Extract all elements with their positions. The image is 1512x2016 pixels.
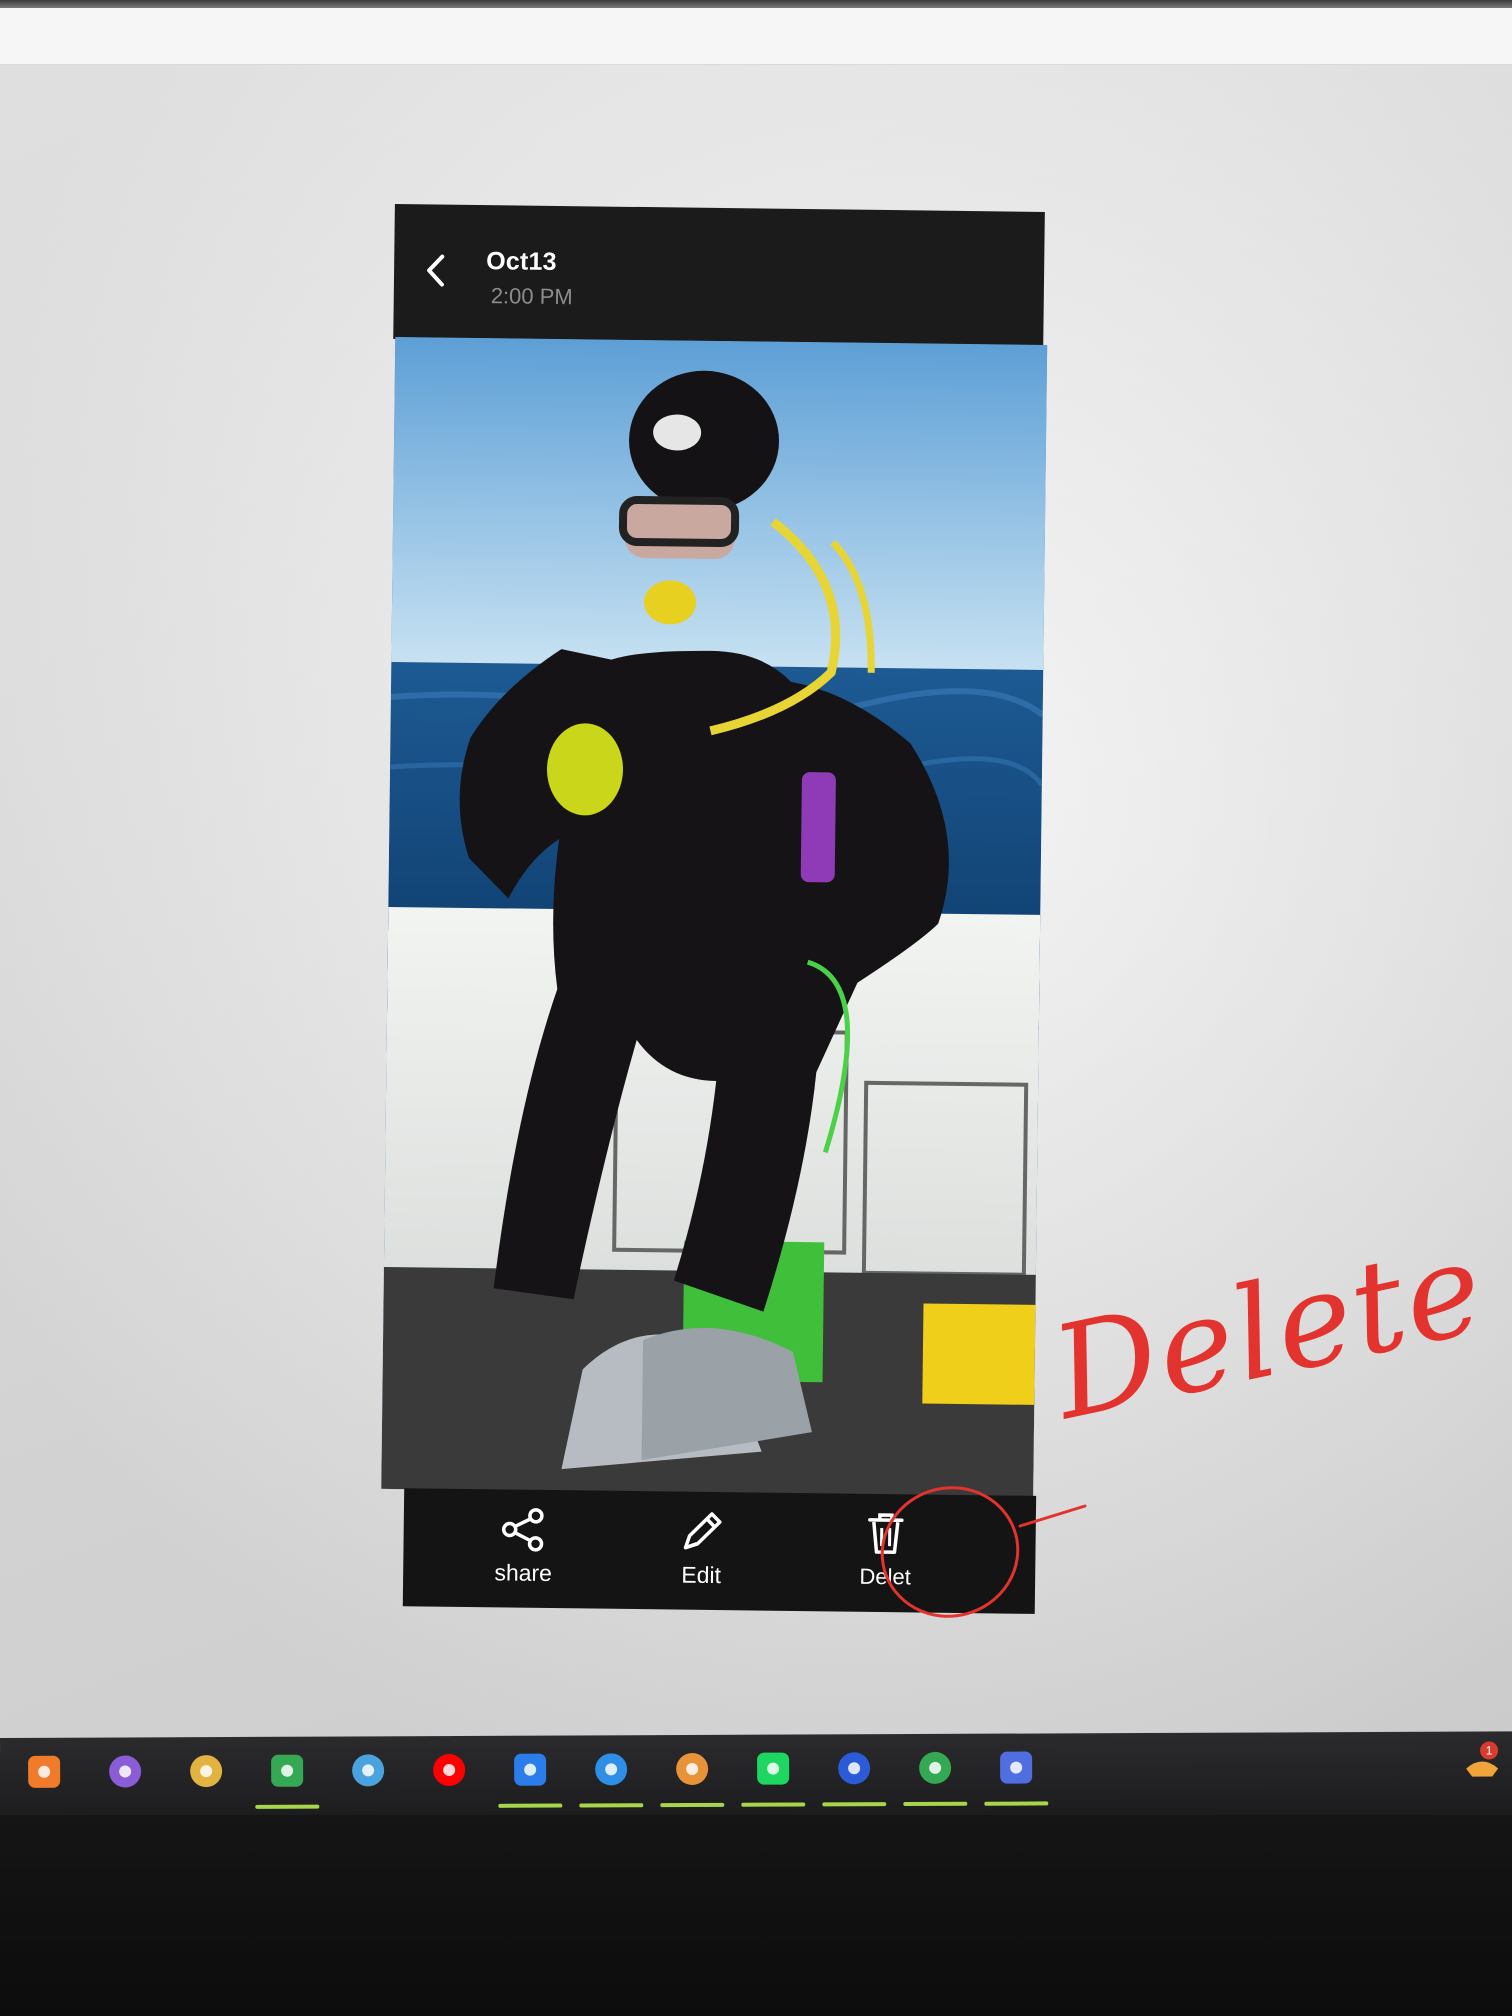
chevron-left-icon: [427, 254, 445, 287]
taskbar-active-indicator: [498, 1803, 563, 1808]
paint-icon[interactable]: [346, 1748, 390, 1792]
taskbar-active-indicator: [903, 1801, 968, 1807]
xampp-icon[interactable]: [22, 1750, 66, 1794]
taskbar-active-indicator: [741, 1802, 806, 1807]
edit-button[interactable]: Edit: [631, 1505, 772, 1603]
taskbar-active-indicator: [984, 1801, 1049, 1806]
tray-badge: 1: [1480, 1741, 1499, 1760]
youtube-icon[interactable]: [427, 1748, 471, 1792]
spotify-icon[interactable]: [751, 1747, 795, 1791]
monitor-bottom-bezel: [0, 1815, 1512, 2016]
photo-date: Oct13: [486, 247, 557, 276]
taskbar: 1: [0, 1731, 1512, 1816]
snipping-tool-icon[interactable]: [184, 1749, 228, 1793]
taskbar-active-indicator: [255, 1804, 320, 1809]
tray-notification-icon[interactable]: 1: [1462, 1741, 1502, 1785]
share-icon: [501, 1508, 544, 1552]
browser-top-strip: [0, 8, 1512, 65]
xcode-tool-icon[interactable]: [994, 1745, 1038, 1789]
back-button[interactable]: [414, 244, 459, 297]
share-label: share: [494, 1559, 553, 1587]
chrome-profile-icon[interactable]: [913, 1746, 957, 1790]
vscode-icon[interactable]: [589, 1747, 633, 1791]
word-icon[interactable]: [832, 1746, 876, 1790]
taskbar-active-indicator: [660, 1802, 725, 1808]
annotation-connector: [1018, 1504, 1087, 1528]
photo-time: 2:00 PM: [490, 283, 573, 310]
pencil-icon: [683, 1512, 722, 1550]
sublime-box-icon[interactable]: [670, 1747, 714, 1791]
edit-label: Edit: [681, 1561, 722, 1589]
annotation-circle: [880, 1486, 1020, 1618]
viewer-header: Oct13 2:00 PM: [393, 203, 1045, 347]
chrome-icon[interactable]: [265, 1749, 309, 1793]
taskbar-active-indicator: [822, 1802, 887, 1807]
share-button[interactable]: share: [453, 1503, 594, 1601]
visual-studio-icon[interactable]: [103, 1749, 147, 1793]
taskbar-active-indicator: [579, 1803, 644, 1808]
bing-copilot-icon[interactable]: [508, 1748, 552, 1792]
